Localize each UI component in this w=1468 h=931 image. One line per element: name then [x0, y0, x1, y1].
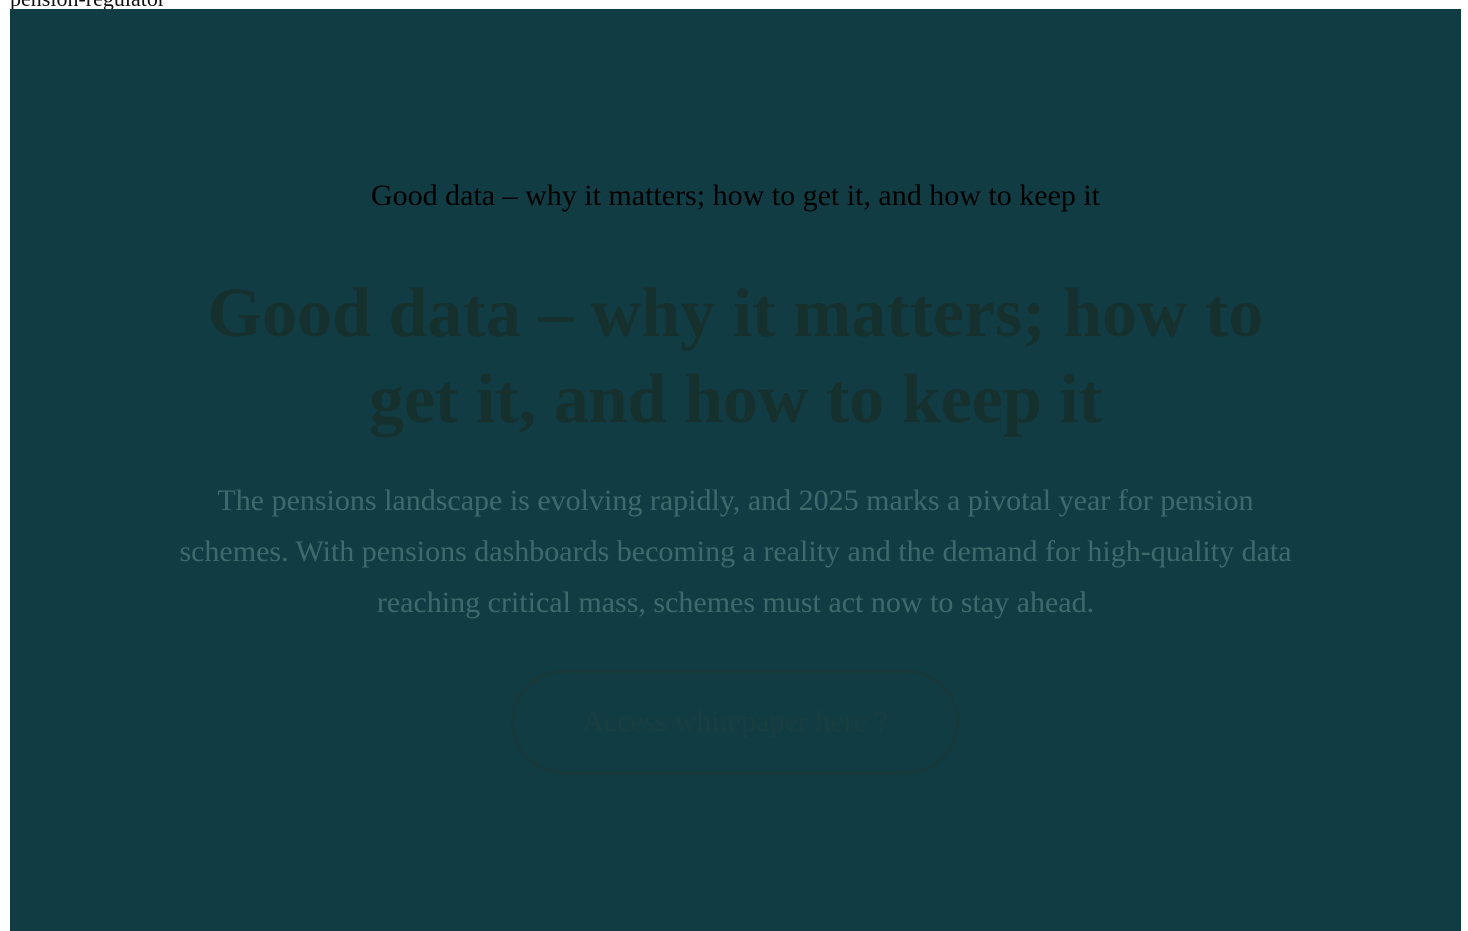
hero-section: Good data – why it matters; how to get i…: [10, 9, 1461, 931]
hero-intro-text: The pensions landscape is evolving rapid…: [179, 484, 1292, 619]
access-whitepaper-button[interactable]: Access whitepaper here ?: [511, 670, 959, 774]
hero-headline: Good data – why it matters; how to get i…: [207, 275, 1264, 438]
hero-eyebrow: Good data – why it matters; how to get i…: [370, 179, 1101, 212]
